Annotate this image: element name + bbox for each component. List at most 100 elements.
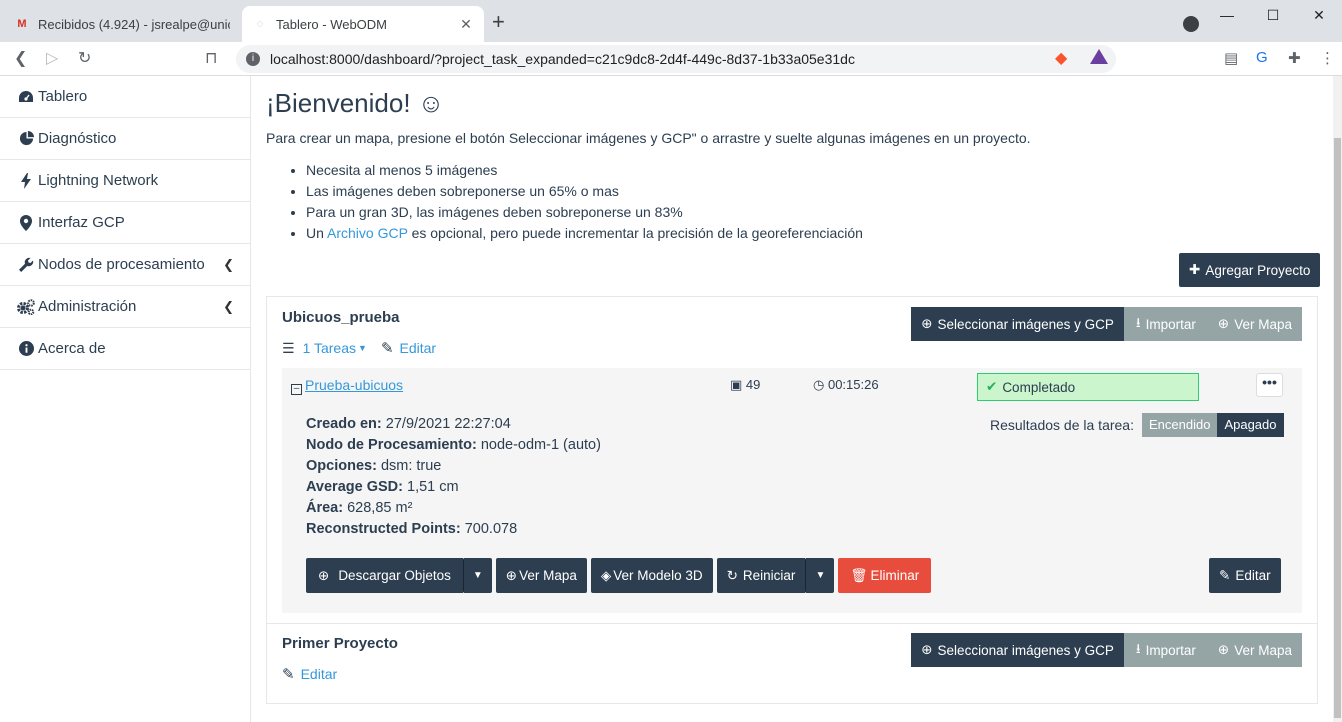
new-tab-icon[interactable]: + (492, 11, 505, 33)
button-label: Importar (1145, 316, 1196, 332)
sidebar-item-label: Acerca de (38, 340, 106, 357)
edit-project-link[interactable]: Editar (301, 666, 338, 682)
collapse-icon[interactable]: – (291, 384, 302, 395)
download-button[interactable]: ⊕ Descargar Objetos (306, 558, 463, 593)
view-map-button[interactable]: ⊕ Ver Mapa (495, 558, 587, 593)
sidebar-item-diagnostico[interactable]: Diagnóstico (0, 118, 250, 160)
upload-icon: ⊕ (921, 642, 933, 657)
select-images-button[interactable]: ⊕ Seleccionar imágenes y GCP (911, 307, 1124, 341)
task-name-link[interactable]: Prueba-ubicuos (305, 377, 403, 393)
page-title: ¡Bienvenido! ☺ (266, 88, 445, 118)
list-item: Las imágenes deben sobreponerse un 65% o… (306, 181, 863, 202)
close-window-icon[interactable]: ✕ (1296, 0, 1342, 32)
edit-project-link[interactable]: Editar (400, 340, 437, 356)
plus-icon: ✚ (1189, 262, 1201, 277)
sidebar-item-label: Administración (38, 298, 137, 315)
detail-area: Área: 628,85 m² (306, 500, 413, 516)
sidebar-item-tablero[interactable]: Tablero (0, 76, 250, 118)
caret-down-icon[interactable]: ▼ (462, 558, 492, 593)
address-bar[interactable]: i localhost:8000/dashboard/?project_task… (236, 45, 1116, 73)
image-icon: ▣ (730, 377, 743, 392)
import-button[interactable]: ⭳ Importar (1123, 633, 1208, 667)
toggle-off[interactable]: Apagado (1217, 413, 1284, 437)
edit-icon[interactable]: ✎ (282, 665, 295, 683)
project-name: Ubicuos_prueba (282, 309, 400, 326)
reload-icon[interactable]: ↻ (78, 48, 91, 68)
image-count: ▣ 49 (730, 377, 760, 393)
edit-icon[interactable]: ✎ (381, 339, 394, 357)
view-3d-button[interactable]: ◈ Ver Modelo 3D (590, 558, 713, 593)
menu-icon[interactable]: ⋮ (1320, 49, 1335, 67)
restart-icon: ↻ (726, 567, 738, 583)
profile-icon[interactable] (1183, 16, 1199, 32)
sidebar-item-acerca[interactable]: Acerca de (0, 328, 250, 370)
globe-icon: ⊕ (1217, 642, 1230, 657)
delete-button[interactable]: 🗑 Eliminar (838, 558, 932, 593)
edit-task-button[interactable]: ✎ Editar (1209, 558, 1281, 593)
project-meta: ☰ 1 Tareas ▼ ✎ Editar (282, 339, 437, 358)
list-item: Para un gran 3D, las imágenes deben sobr… (306, 202, 863, 223)
tasks-toggle[interactable]: 1 Tareas (303, 340, 356, 356)
webodm-icon: ◌ (256, 18, 264, 30)
view-map-button[interactable]: ⊕ Ver Mapa (1207, 633, 1302, 667)
forward-icon[interactable]: ▷ (46, 48, 58, 68)
restart-button[interactable]: ↻ Reiniciar (716, 558, 806, 593)
list-item: Necesita al menos 5 imágenes (306, 160, 863, 181)
toggle-on[interactable]: Encendido (1141, 413, 1218, 437)
minimize-icon[interactable]: — (1204, 0, 1250, 32)
project-actions: ⊕ Seleccionar imágenes y GCP ⭳ Importar … (911, 633, 1302, 667)
caret-down-icon[interactable]: ▼ (805, 558, 835, 593)
bookmark-icon[interactable]: ⊓ (205, 48, 217, 68)
task-duration: ◷ 00:15:26 (813, 377, 879, 393)
button-label: Ver Mapa (1234, 316, 1292, 332)
gcp-file-link[interactable]: Archivo GCP (327, 225, 408, 241)
tab-gmail[interactable]: M Recibidos (4.924) - jsrealpe@unicauca. (4, 6, 240, 42)
pie-chart-icon (16, 131, 36, 146)
button-label: Agregar Proyecto (1205, 262, 1311, 278)
project-actions: ⊕ Seleccionar imágenes y GCP ⭳ Importar … (911, 307, 1302, 341)
scrollbar-thumb[interactable] (1334, 138, 1341, 718)
select-images-button[interactable]: ⊕ Seleccionar imágenes y GCP (911, 633, 1124, 667)
import-button[interactable]: ⭳ Importar (1123, 307, 1208, 341)
sidebar-item-label: Tablero (38, 88, 88, 105)
sidebar-item-nodos[interactable]: Nodos de procesamiento ❮ (0, 244, 250, 286)
tasks-list-icon: ☰ (282, 339, 295, 356)
tab-title: Tablero - WebODM (276, 16, 388, 32)
brave-rewards-icon[interactable] (1090, 49, 1108, 64)
window-controls: — ☐ ✕ (1204, 0, 1342, 32)
download-icon: ⊕ (318, 567, 330, 583)
sidebar-item-label: Nodos de procesamiento (38, 256, 205, 273)
caret-down-icon[interactable]: ▼ (358, 343, 367, 353)
button-label: Descargar Objetos (338, 568, 451, 583)
detail-created: Creado en: 27/9/2021 22:27:04 (306, 416, 511, 432)
sidebar-item-label: Diagnóstico (38, 130, 117, 147)
view-map-button[interactable]: ⊕ Ver Mapa (1207, 307, 1302, 341)
results-toggle[interactable]: Encendido Apagado (1141, 413, 1284, 437)
close-tab-icon[interactable]: ✕ (458, 16, 474, 33)
reader-icon[interactable]: ▤ (1224, 49, 1238, 67)
wrench-icon (16, 257, 36, 273)
back-icon[interactable]: ❮ (14, 48, 27, 68)
tab-webodm[interactable]: ◌ Tablero - WebODM ✕ (242, 6, 484, 42)
browser-tabbar: M Recibidos (4.924) - jsrealpe@unicauca.… (0, 0, 1342, 42)
project-name: Primer Proyecto (282, 635, 398, 652)
button-label: Editar (1235, 568, 1271, 583)
maximize-icon[interactable]: ☐ (1250, 0, 1296, 32)
globe-icon: ⊕ (1217, 316, 1230, 331)
brave-shield-icon[interactable]: ◆ (1055, 48, 1067, 68)
task-buttons: ⊕ Descargar Objetos ▼ ⊕ Ver Mapa ◈ Ver M… (306, 558, 935, 593)
scrollbar[interactable] (1333, 76, 1342, 722)
sidebar-item-lightning[interactable]: Lightning Network (0, 160, 250, 202)
url-text[interactable]: localhost:8000/dashboard/?project_task_e… (270, 51, 1116, 67)
detail-options: Opciones: dsm: true (306, 458, 442, 474)
detail-node: Nodo de Procesamiento: node-odm-1 (auto) (306, 437, 601, 453)
task-menu-button[interactable]: ••• (1256, 373, 1283, 397)
sidebar-item-gcp[interactable]: Interfaz GCP (0, 202, 250, 244)
translate-icon[interactable]: G (1256, 49, 1268, 66)
sidebar-item-administracion[interactable]: Administración ❮ (0, 286, 250, 328)
extensions-icon[interactable]: ✚ (1288, 49, 1301, 67)
detail-points: Reconstructed Points: 700.078 (306, 521, 518, 537)
add-project-button[interactable]: ✚ Agregar Proyecto (1179, 253, 1321, 287)
site-info-icon[interactable]: i (246, 52, 260, 66)
duration-value: 00:15:26 (827, 377, 879, 392)
